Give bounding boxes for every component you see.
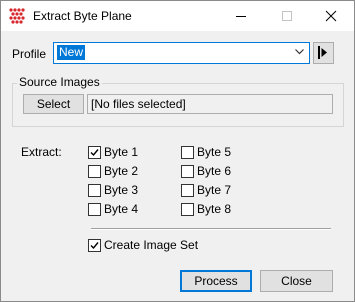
- chevron-down-icon: [295, 49, 304, 55]
- minimize-icon: [236, 16, 246, 17]
- select-button[interactable]: Select: [23, 94, 84, 114]
- byte-1-label: Byte 1: [104, 145, 139, 159]
- close-button[interactable]: Close: [260, 270, 333, 292]
- checkbox-box[interactable]: [181, 184, 194, 197]
- byte-2-label: Byte 2: [104, 164, 139, 178]
- divider: [91, 228, 331, 230]
- close-window-button[interactable]: [308, 1, 354, 31]
- checkbox-box[interactable]: [88, 146, 101, 159]
- checkbox-box[interactable]: [88, 239, 101, 252]
- source-images-label: Source Images: [17, 75, 102, 89]
- byte-3-label: Byte 3: [104, 183, 139, 197]
- app-grid-icon: [9, 8, 25, 24]
- create-image-set-label: Create Image Set: [104, 238, 199, 252]
- maximize-icon: [282, 11, 292, 21]
- checkbox-box[interactable]: [181, 165, 194, 178]
- title-bar[interactable]: Extract Byte Plane: [1, 1, 354, 31]
- checkbox-box[interactable]: [181, 203, 194, 216]
- checkbox-box[interactable]: [88, 165, 101, 178]
- close-icon: [325, 10, 337, 22]
- dialog-window: Extract Byte Plane Profile New Source Im…: [0, 0, 355, 302]
- profile-run-button[interactable]: [313, 42, 334, 64]
- byte-8-label: Byte 8: [197, 202, 232, 216]
- play-bar-icon: [318, 46, 327, 59]
- byte-5-label: Byte 5: [197, 145, 232, 159]
- window-title: Extract Byte Plane: [33, 9, 132, 23]
- profile-combobox[interactable]: New: [53, 42, 310, 64]
- checkbox-box[interactable]: [181, 146, 194, 159]
- profile-label: Profile: [12, 47, 47, 61]
- checkmark-icon: [90, 149, 99, 157]
- byte-4-label: Byte 4: [104, 202, 139, 216]
- checkbox-box[interactable]: [88, 203, 101, 216]
- extract-label: Extract:: [21, 145, 62, 159]
- checkbox-box[interactable]: [88, 184, 101, 197]
- process-button[interactable]: Process: [180, 270, 252, 292]
- byte-7-label: Byte 7: [197, 183, 232, 197]
- checkmark-icon: [90, 242, 99, 250]
- minimize-button[interactable]: [218, 1, 264, 31]
- maximize-button: [264, 1, 310, 31]
- profile-value[interactable]: New: [57, 45, 86, 60]
- selected-files-field: [No files selected]: [87, 94, 333, 114]
- byte-6-label: Byte 6: [197, 164, 232, 178]
